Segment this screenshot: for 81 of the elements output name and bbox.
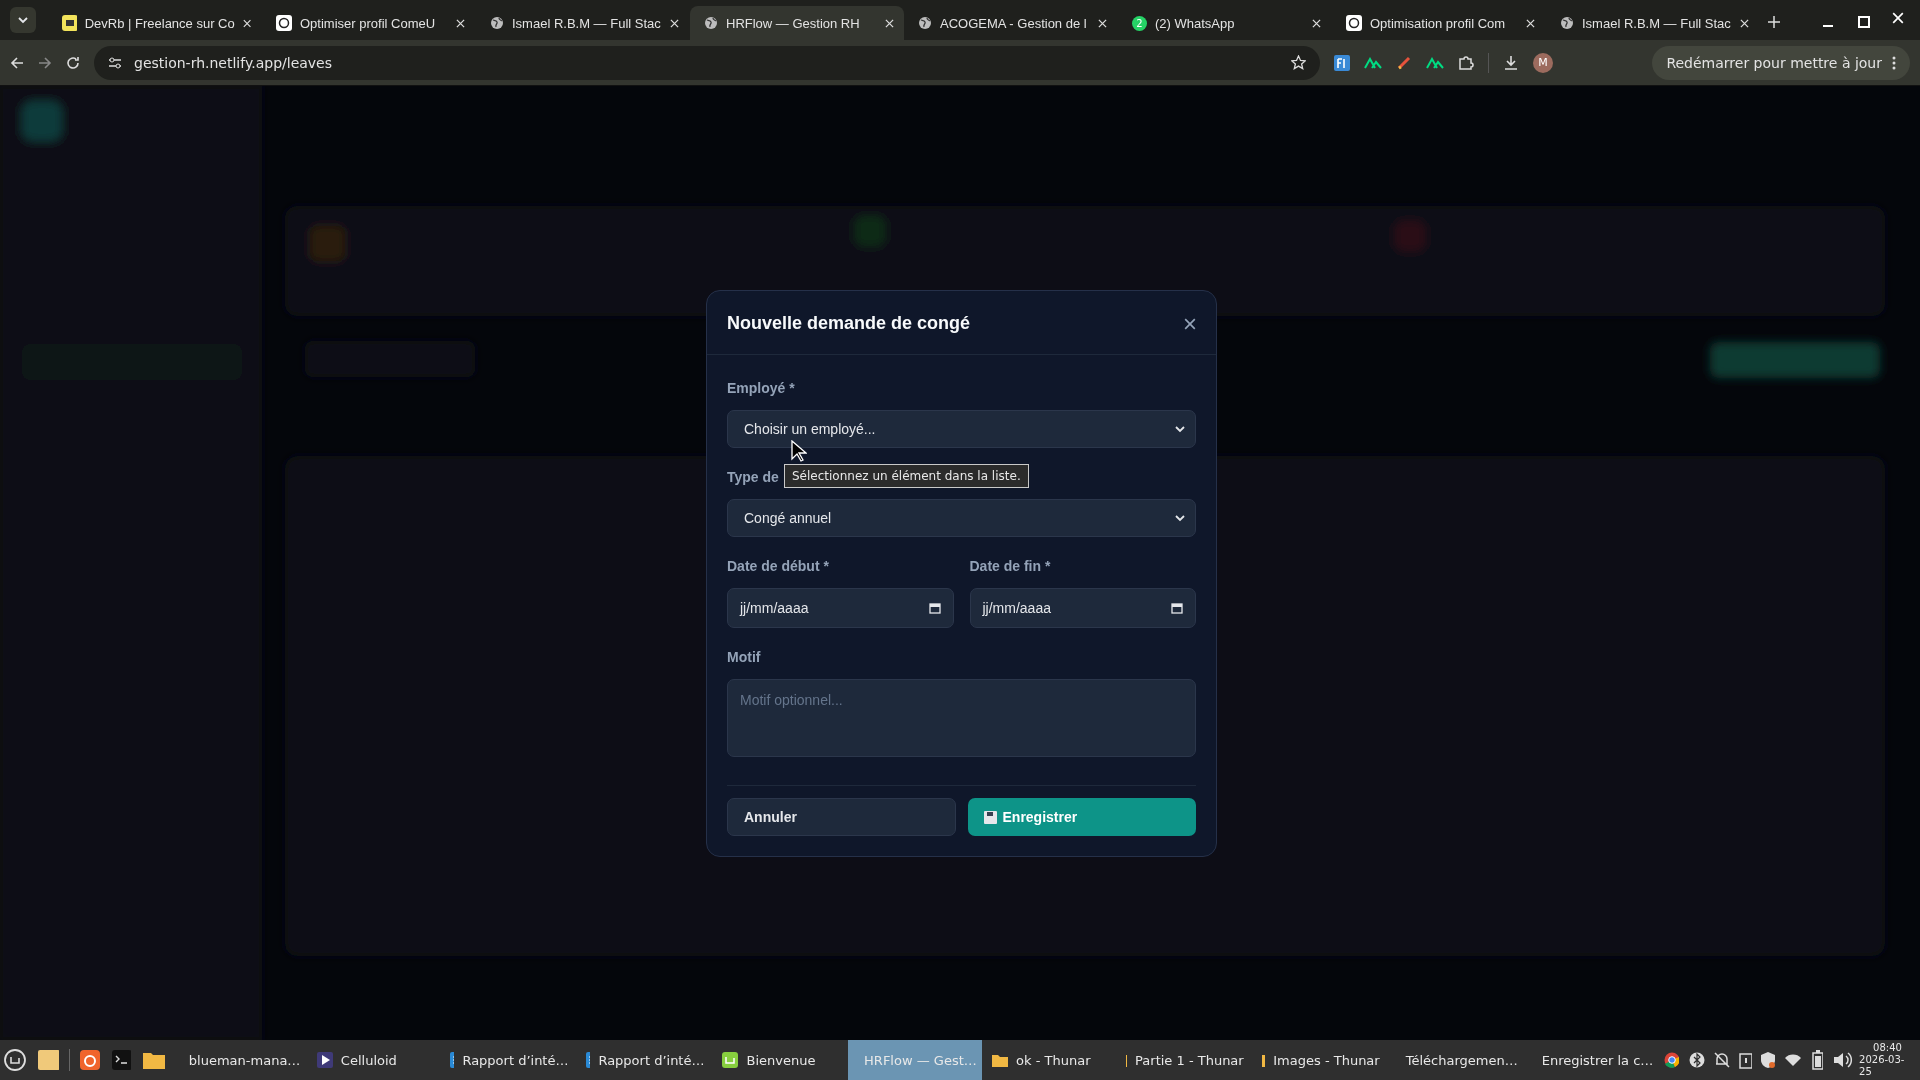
field-label: Employé *: [727, 380, 795, 396]
leaf-logo-icon: [722, 1052, 739, 1068]
app-logo-icon: [62, 15, 77, 31]
knot-logo-icon: [1346, 15, 1362, 31]
browser-tab[interactable]: Optimisation profil Com: [1332, 6, 1546, 40]
pencil-icon[interactable]: [1396, 54, 1412, 71]
field-label: Type de: [727, 469, 779, 485]
cancel-button[interactable]: Annuler: [727, 798, 956, 836]
taskbar-item[interactable]: Celluloid: [308, 1040, 441, 1080]
clipboard-icon[interactable]: [1738, 1051, 1753, 1069]
select-field[interactable]: Choisir un employé...: [727, 410, 1196, 448]
calendar-icon[interactable]: [1171, 602, 1183, 614]
field-label: Date de début *: [727, 558, 829, 574]
volume-icon[interactable]: [1833, 1051, 1854, 1069]
globe-icon: [704, 16, 718, 30]
taskbar-item[interactable]: Enregistrer la c…: [1525, 1040, 1660, 1080]
browser-tab[interactable]: DevRb | Freelance sur Co: [48, 6, 262, 40]
mountain-icon[interactable]: [1364, 56, 1382, 69]
taskbar-item[interactable]: Partie 1 - Thunar: [1117, 1040, 1252, 1080]
mouse-cursor-icon: [791, 440, 807, 462]
date-field[interactable]: jj/mm/aaaa: [727, 588, 954, 628]
bluetooth-icon[interactable]: [1689, 1051, 1706, 1069]
wifi-icon[interactable]: [1784, 1053, 1802, 1067]
more-icon[interactable]: [1892, 55, 1896, 70]
address-bar[interactable]: gestion-rh.netlify.app/leaves: [94, 45, 1320, 80]
muted-bell-icon[interactable]: [1713, 1051, 1731, 1069]
chevron-down-icon: [1175, 514, 1185, 522]
taskbar-item[interactable]: Rapport d’inté…: [442, 1040, 577, 1080]
field-label: Motif: [727, 649, 761, 665]
menu-logo-icon[interactable]: [4, 1049, 26, 1071]
taskbar-item[interactable]: ok - Thunar: [984, 1040, 1116, 1080]
forward-icon[interactable]: [38, 55, 52, 70]
taskbar-item[interactable]: Images - Thunar: [1253, 1040, 1388, 1080]
reason-field[interactable]: Motif optionnel...: [727, 679, 1196, 757]
save-button[interactable]: Enregistrer: [967, 798, 1196, 836]
back-icon[interactable]: [10, 55, 24, 70]
taskbar-item[interactable]: Bienvenue: [714, 1040, 847, 1080]
select-field[interactable]: Congé annuel: [727, 499, 1196, 537]
browser-tab[interactable]: Ismael R.B.M — Full Stac: [476, 6, 690, 40]
clock-time: 08:40: [1873, 1042, 1902, 1054]
globe-icon: [1560, 16, 1574, 30]
puzzle-icon[interactable]: [1458, 54, 1474, 71]
calendar-icon[interactable]: [928, 602, 941, 614]
battery-icon[interactable]: [1811, 1050, 1824, 1070]
chevron-down-icon: [1175, 425, 1185, 433]
maximize-icon[interactable]: [1858, 16, 1870, 28]
tune-icon[interactable]: [108, 55, 122, 70]
extension-icon[interactable]: [1334, 54, 1350, 71]
update-button[interactable]: Redémarrer pour mettre à jour: [1652, 45, 1910, 80]
browser-launcher-icon[interactable]: [80, 1050, 100, 1070]
field-label: Date de fin *: [969, 558, 1051, 574]
shield-icon[interactable]: [1760, 1051, 1777, 1069]
tooltip: Sélectionnez un élément dans la liste.: [784, 464, 1029, 488]
globe-icon: [490, 16, 504, 30]
new-tab-icon[interactable]: [1768, 16, 1780, 28]
taskbar-item[interactable]: blueman-mana…: [172, 1040, 307, 1080]
browser-tab[interactable]: Optimiser profil ComeU: [262, 6, 476, 40]
files-icon[interactable]: [37, 1050, 60, 1070]
unread-badge: 2: [1132, 15, 1147, 31]
globe-icon: [918, 16, 932, 30]
browser-tab[interactable]: ACOGEMA - Gestion de l: [904, 6, 1118, 40]
browser-tab[interactable]: HRFlow — Gestion RH: [690, 6, 904, 40]
profile-avatar[interactable]: M: [1533, 52, 1553, 73]
taskbar-item[interactable]: Téléchargemen…: [1389, 1040, 1524, 1080]
browser-tab[interactable]: Ismael R.B.M — Full Stac: [1546, 6, 1760, 40]
browser-logo-icon: [1663, 1052, 1680, 1068]
taskbar-item[interactable]: Rapport d’inté…: [578, 1040, 713, 1080]
browser-tab[interactable]: 2 (2) WhatsApp: [1118, 6, 1332, 40]
knot-logo-icon: [276, 15, 292, 31]
dialog-title: Nouvelle demande de congé: [727, 313, 971, 334]
chevron-down-icon: [18, 16, 28, 24]
close-icon[interactable]: [1184, 317, 1196, 330]
tab-list-button[interactable]: [10, 7, 36, 33]
reload-icon[interactable]: [66, 55, 80, 70]
terminal-icon[interactable]: [111, 1050, 132, 1070]
date-field[interactable]: jj/mm/aaaa: [969, 588, 1196, 628]
mountain-icon[interactable]: [1426, 56, 1444, 69]
star-icon[interactable]: [1291, 55, 1306, 70]
clock-date: 2026-03-25: [1859, 1054, 1906, 1078]
download-icon[interactable]: [1503, 54, 1519, 71]
play-icon: [316, 1052, 333, 1068]
